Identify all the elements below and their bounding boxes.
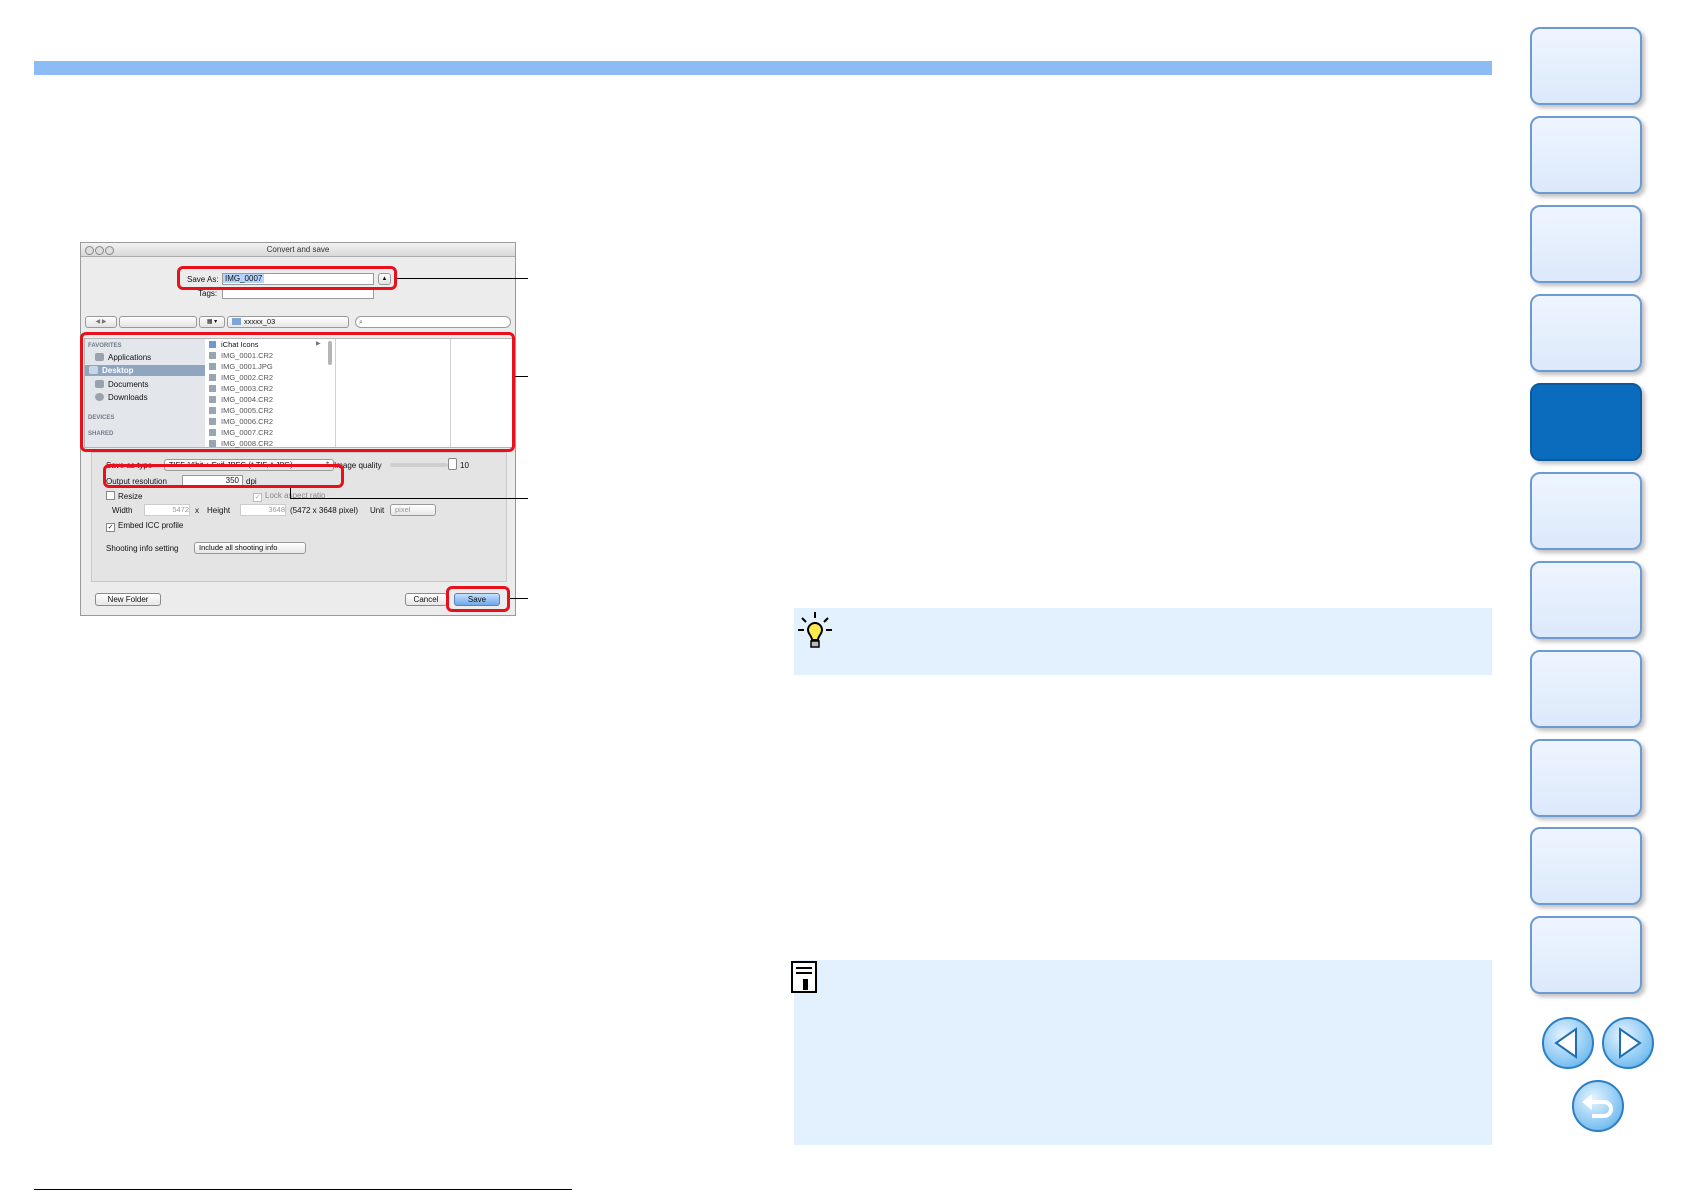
- resize-checkbox[interactable]: Resize: [106, 491, 142, 501]
- embed-icc-check-icon: ✓: [106, 523, 115, 532]
- index-tab[interactable]: [1530, 650, 1642, 728]
- new-folder-button[interactable]: New Folder: [95, 593, 161, 606]
- shooting-info-value: Include all shooting info: [199, 543, 278, 552]
- width-label: Width: [112, 506, 133, 515]
- embed-icc-label: Embed ICC profile: [118, 521, 184, 530]
- highlight-save-button: [446, 586, 510, 612]
- resize-check-icon: [106, 491, 115, 500]
- cancel-button[interactable]: Cancel: [405, 593, 447, 606]
- unit-value: pixel: [395, 505, 411, 514]
- back-forward-buttons[interactable]: ◀ ▶: [85, 316, 117, 328]
- lightbulb-icon: [798, 612, 832, 648]
- folder-popup-value: xxxxx_03: [244, 317, 276, 326]
- width-value: 5472: [172, 505, 189, 514]
- resize-label: Resize: [118, 492, 143, 501]
- dialog-title: Convert and save: [81, 243, 515, 257]
- highlight-save-as: [177, 266, 397, 290]
- unit-label: Unit: [370, 506, 385, 515]
- tip-box: [794, 608, 1492, 675]
- zoom-window-icon[interactable]: [105, 246, 114, 255]
- section-header-bar: [34, 61, 1492, 75]
- height-value: 3648: [268, 505, 285, 514]
- minimize-window-icon[interactable]: [95, 246, 104, 255]
- callout-line: [510, 598, 528, 599]
- height-input[interactable]: 3648: [240, 504, 286, 516]
- image-quality-slider-knob[interactable]: [448, 458, 457, 470]
- width-input[interactable]: 5472: [144, 504, 190, 516]
- index-tab-active[interactable]: [1530, 383, 1642, 461]
- x-label: x: [195, 506, 199, 515]
- return-button[interactable]: [1572, 1080, 1624, 1132]
- shooting-info-select[interactable]: Include all shooting info: [194, 542, 306, 554]
- index-tab[interactable]: [1530, 739, 1642, 817]
- arrange-button[interactable]: ▦ ▾: [199, 316, 225, 328]
- folder-icon: [232, 318, 241, 325]
- index-tab[interactable]: [1530, 561, 1642, 639]
- highlight-save-as-type: [103, 464, 344, 488]
- callout-line: [397, 278, 528, 279]
- image-quality-value: 10: [460, 461, 469, 470]
- previous-page-button[interactable]: [1542, 1017, 1594, 1069]
- folder-popup[interactable]: xxxxx_03: [227, 316, 349, 328]
- index-tab[interactable]: [1530, 827, 1642, 905]
- footer-rule: [34, 1189, 572, 1190]
- unit-select[interactable]: pixel: [390, 504, 436, 516]
- pixel-info: (5472 x 3648 pixel): [290, 506, 359, 515]
- index-tab[interactable]: [1530, 27, 1642, 105]
- index-tab[interactable]: [1530, 916, 1642, 994]
- view-mode-buttons[interactable]: [119, 316, 197, 328]
- index-tab[interactable]: [1530, 294, 1642, 372]
- lock-aspect-check-icon: ✓: [253, 493, 262, 502]
- callout-line: [515, 376, 528, 377]
- next-page-button[interactable]: [1602, 1017, 1654, 1069]
- close-window-icon[interactable]: [85, 246, 94, 255]
- callout-line: [290, 498, 528, 499]
- index-tab[interactable]: [1530, 472, 1642, 550]
- return-arrow-icon: [1582, 1094, 1613, 1118]
- triangle-left-icon: [1554, 1027, 1577, 1059]
- triangle-right-icon: [1619, 1027, 1642, 1059]
- index-tab[interactable]: [1530, 116, 1642, 194]
- browser-toolbar: ◀ ▶ ▦ ▾ xxxxx_03 ⌕: [81, 314, 515, 329]
- highlight-file-browser: [80, 332, 515, 452]
- embed-icc-checkbox[interactable]: ✓ Embed ICC profile: [106, 521, 183, 532]
- memo-icon: [791, 961, 817, 993]
- tags-label: Tags:: [198, 289, 218, 298]
- search-input[interactable]: ⌕: [355, 316, 511, 328]
- index-tab[interactable]: [1530, 205, 1642, 283]
- search-icon: ⌕: [359, 319, 363, 326]
- height-label: Height: [207, 506, 231, 515]
- shooting-info-label: Shooting info setting: [106, 544, 179, 553]
- callout-line: [290, 488, 291, 498]
- image-quality-slider-track[interactable]: [390, 463, 448, 467]
- note-box: [791, 960, 1492, 1145]
